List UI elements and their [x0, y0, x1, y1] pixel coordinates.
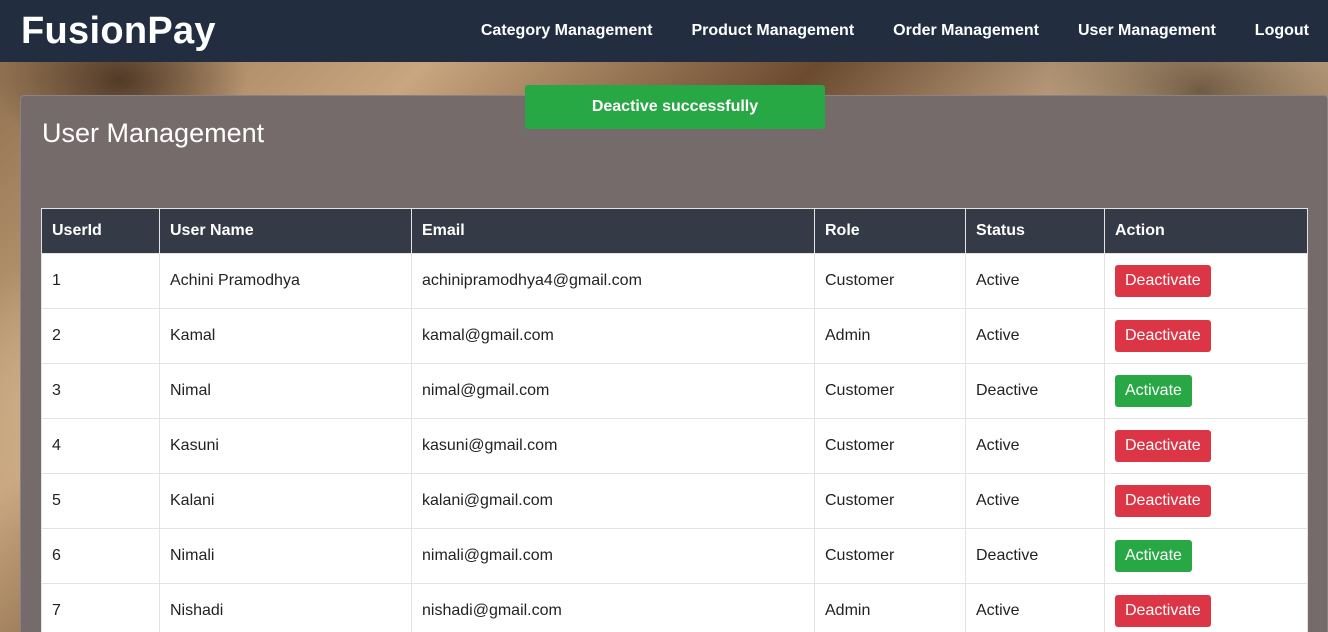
cell-email: nimal@gmail.com — [411, 363, 815, 419]
cell-userid: 6 — [41, 528, 160, 584]
cell-email: nimali@gmail.com — [411, 528, 815, 584]
table-row: 4 Kasuni kasuni@gmail.com Customer Active Dea… — [41, 418, 1308, 474]
cell-action: Deactivate — [1104, 253, 1308, 309]
deactivate-button[interactable]: Deactivate — [1115, 485, 1211, 517]
cell-status: Active — [965, 253, 1105, 309]
cell-role: Customer — [814, 253, 966, 309]
user-management-panel: User Management UserId User Name Email R… — [20, 95, 1328, 632]
cell-userid: 5 — [41, 473, 160, 529]
cell-email: achinipramodhya4@gmail.com — [411, 253, 815, 309]
cell-status: Active — [965, 583, 1105, 632]
cell-role: Customer — [814, 528, 966, 584]
nav-product-management[interactable]: Product Management — [691, 22, 854, 40]
deactivate-button[interactable]: Deactivate — [1115, 265, 1211, 297]
cell-userid: 2 — [41, 308, 160, 364]
deactivate-button[interactable]: Deactivate — [1115, 595, 1211, 627]
cell-action: Activate — [1104, 363, 1308, 419]
table-row: 5 Kalani kalani@gmail.com Customer Active Dea… — [41, 473, 1308, 529]
cell-userid: 3 — [41, 363, 160, 419]
cell-role: Customer — [814, 418, 966, 474]
cell-userid: 1 — [41, 253, 160, 309]
table-row: 3 Nimal nimal@gmail.com Customer Deactive Act… — [41, 363, 1308, 419]
table-body: 1 Achini Pramodhya achinipramodhya4@gmail.… — [41, 253, 1308, 632]
success-toast: Deactive successfully — [525, 85, 825, 129]
cell-user-name: Kalani — [159, 473, 412, 529]
cell-email: kalani@gmail.com — [411, 473, 815, 529]
page-title: User Management — [42, 118, 265, 148]
cell-action: Deactivate — [1104, 473, 1308, 529]
cell-role: Admin — [814, 308, 966, 364]
cell-userid: 7 — [41, 583, 160, 632]
cell-user-name: Nishadi — [159, 583, 412, 632]
cell-user-name: Kamal — [159, 308, 412, 364]
cell-role: Admin — [814, 583, 966, 632]
cell-status: Deactive — [965, 528, 1105, 584]
cell-user-name: Nimali — [159, 528, 412, 584]
activate-button[interactable]: Activate — [1115, 540, 1192, 572]
cell-role: Customer — [814, 473, 966, 529]
table-row: 1 Achini Pramodhya achinipramodhya4@gmail.… — [41, 253, 1308, 309]
header-status: Status — [965, 208, 1105, 254]
cell-user-name: Kasuni — [159, 418, 412, 474]
deactivate-button[interactable]: Deactivate — [1115, 430, 1211, 462]
table-row: 7 Nishadi nishadi@gmail.com Admin Active Deac… — [41, 583, 1308, 632]
cell-status: Active — [965, 418, 1105, 474]
header-userid: UserId — [41, 208, 160, 254]
nav-links: Category Management Product Management O… — [442, 22, 1309, 40]
cell-role: Customer — [814, 363, 966, 419]
header-user-name: User Name — [159, 208, 412, 254]
cell-user-name: Achini Pramodhya — [159, 253, 412, 309]
nav-user-management[interactable]: User Management — [1078, 22, 1216, 40]
cell-user-name: Nimal — [159, 363, 412, 419]
table-row: 6 Nimali nimali@gmail.com Customer Deactive A… — [41, 528, 1308, 584]
cell-status: Deactive — [965, 363, 1105, 419]
header-role: Role — [814, 208, 966, 254]
cell-email: kasuni@gmail.com — [411, 418, 815, 474]
nav-logout[interactable]: Logout — [1255, 22, 1309, 40]
table-row: 2 Kamal kamal@gmail.com Admin Active Deactiva… — [41, 308, 1308, 364]
table-header-row: UserId User Name Email Role Status Actio… — [41, 208, 1308, 254]
cell-status: Active — [965, 473, 1105, 529]
users-table: UserId User Name Email Role Status Actio… — [41, 208, 1308, 632]
cell-action: Deactivate — [1104, 583, 1308, 632]
header-email: Email — [411, 208, 815, 254]
cell-email: kamal@gmail.com — [411, 308, 815, 364]
cell-email: nishadi@gmail.com — [411, 583, 815, 632]
deactivate-button[interactable]: Deactivate — [1115, 320, 1211, 352]
nav-category-management[interactable]: Category Management — [481, 22, 653, 40]
brand-logo[interactable]: FusionPay — [21, 10, 216, 53]
cell-userid: 4 — [41, 418, 160, 474]
activate-button[interactable]: Activate — [1115, 375, 1192, 407]
top-navbar: FusionPay Category Management Product Ma… — [0, 0, 1328, 62]
cell-action: Activate — [1104, 528, 1308, 584]
cell-action: Deactivate — [1104, 308, 1308, 364]
header-action: Action — [1104, 208, 1308, 254]
cell-status: Active — [965, 308, 1105, 364]
cell-action: Deactivate — [1104, 418, 1308, 474]
nav-order-management[interactable]: Order Management — [893, 22, 1039, 40]
